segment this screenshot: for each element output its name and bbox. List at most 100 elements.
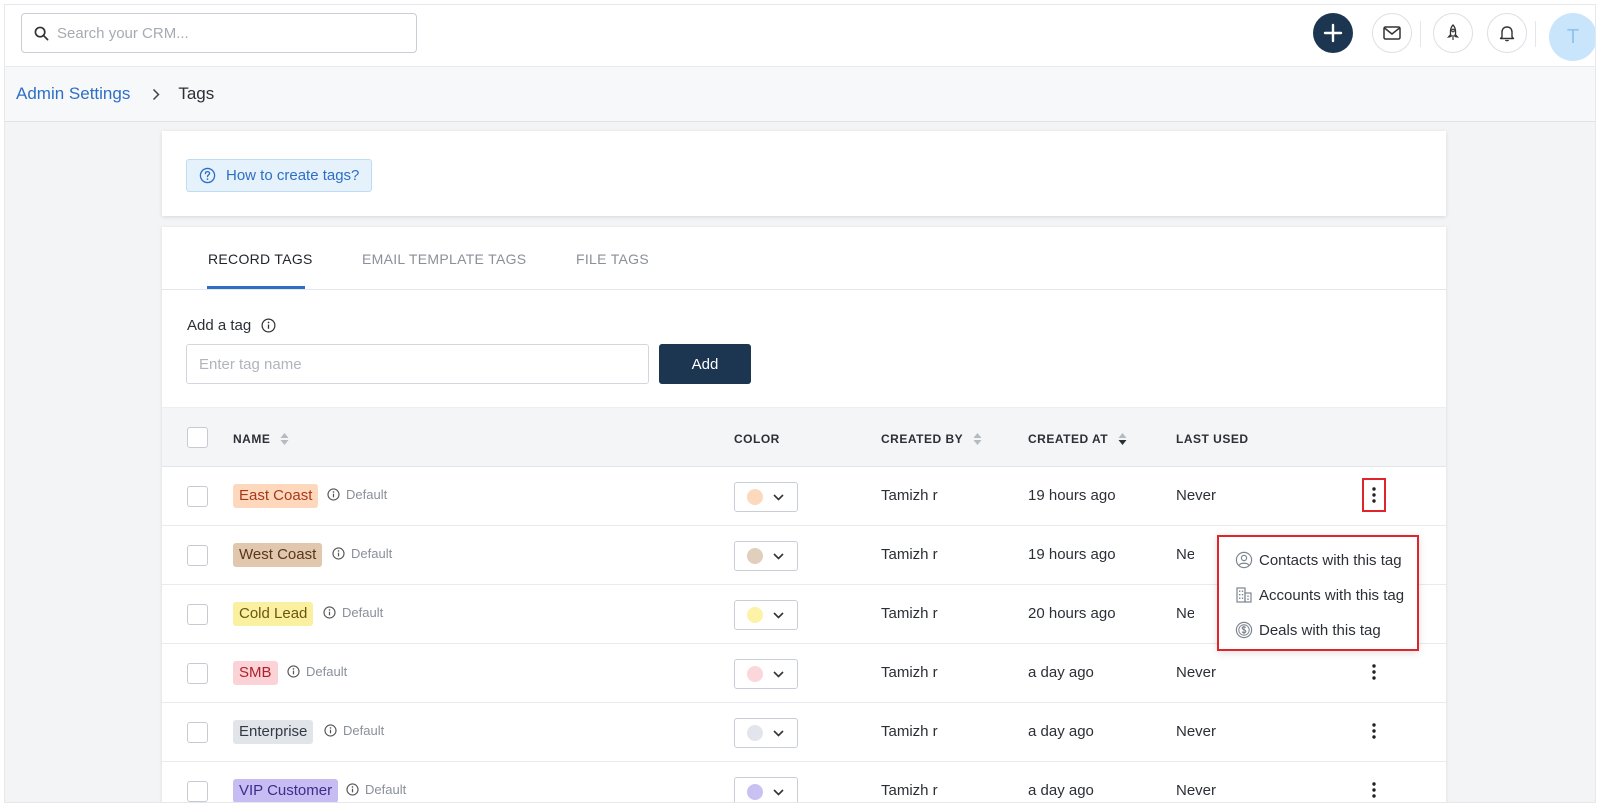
building-icon (1236, 587, 1252, 603)
color-picker-dropdown[interactable] (734, 600, 798, 630)
contact-icon (1235, 551, 1253, 569)
info-icon[interactable] (287, 665, 300, 678)
tag-chip[interactable]: SMB (233, 661, 278, 685)
user-avatar[interactable]: T (1549, 13, 1595, 61)
sort-icon[interactable] (973, 432, 982, 446)
default-badge-label: Default (343, 723, 385, 738)
info-icon[interactable] (327, 488, 340, 501)
getting-started-button[interactable] (1433, 13, 1473, 53)
created-at-cell: 20 hours ago (1028, 605, 1116, 622)
column-header-name-label: NAME (233, 432, 271, 446)
row-actions-button[interactable] (1362, 655, 1386, 689)
color-swatch (747, 548, 763, 564)
created-by-cell: Tamizh r (881, 664, 938, 681)
row-actions-button[interactable] (1362, 773, 1386, 802)
column-header-last-used-label: LAST USED (1176, 432, 1249, 446)
row-actions-button[interactable] (1362, 478, 1386, 512)
color-picker-dropdown[interactable] (734, 718, 798, 748)
rocket-icon (1446, 24, 1460, 40)
bell-icon (1499, 26, 1515, 42)
row-actions-button[interactable] (1362, 714, 1386, 748)
add-tag-button[interactable]: Add (659, 344, 751, 384)
tab-file-tags[interactable]: FILE TAGS (576, 251, 649, 267)
column-header-created-at[interactable]: CREATED AT (1028, 432, 1127, 446)
more-vertical-icon (1372, 723, 1376, 739)
table-row: Enterprise Default Tamizh r a day ago Never (162, 703, 1446, 762)
help-circle-icon (199, 167, 216, 184)
color-picker-dropdown[interactable] (734, 659, 798, 689)
color-picker-dropdown[interactable] (734, 482, 798, 512)
mail-button[interactable] (1372, 13, 1412, 53)
default-badge-label: Default (306, 664, 348, 679)
how-to-create-tags-link[interactable]: How to create tags? (186, 159, 373, 192)
tag-chip[interactable]: VIP Customer (233, 779, 339, 802)
created-by-cell: Tamizh r (881, 546, 938, 563)
page-title: Tags (178, 84, 215, 103)
more-vertical-icon (1372, 487, 1376, 503)
toolbar-divider (1420, 21, 1421, 47)
menu-item-accounts-with-tag[interactable]: Accounts with this tag (1235, 586, 1404, 604)
column-header-created-by[interactable]: CREATED BY (881, 432, 982, 446)
table-header: NAME COLOR CREATED BY CREATED AT LAST US… (162, 407, 1446, 467)
created-at-cell: 19 hours ago (1028, 546, 1116, 563)
sort-icon[interactable] (280, 432, 289, 446)
info-icon[interactable] (332, 547, 345, 560)
chevron-down-icon (773, 611, 784, 619)
row-checkbox[interactable] (187, 781, 208, 802)
more-vertical-icon (1372, 664, 1376, 680)
row-checkbox[interactable] (187, 604, 208, 625)
column-header-created-by-label: CREATED BY (881, 432, 964, 446)
info-icon[interactable] (346, 783, 359, 796)
search-box[interactable] (21, 13, 417, 53)
tag-chip[interactable]: East Coast (233, 484, 319, 508)
info-icon[interactable] (261, 318, 276, 333)
table-row: SMB Default Tamizh r a day ago Never (162, 644, 1446, 703)
tag-name-input[interactable] (186, 344, 649, 384)
plus-icon (1323, 23, 1343, 43)
select-all-checkbox[interactable] (187, 427, 208, 448)
row-actions-menu: Contacts with this tag Accounts with thi… (1217, 535, 1419, 651)
tag-chip[interactable]: West Coast (233, 543, 323, 567)
color-swatch (747, 489, 763, 505)
notifications-button[interactable] (1487, 13, 1527, 53)
tag-chip[interactable]: Enterprise (233, 720, 314, 744)
search-input[interactable] (57, 24, 387, 42)
tag-chip[interactable]: Cold Lead (233, 602, 314, 626)
default-badge-label: Default (351, 546, 393, 561)
column-header-color: COLOR (734, 432, 780, 446)
default-badge: Default (323, 605, 383, 620)
chevron-down-icon (773, 729, 784, 737)
color-picker-dropdown[interactable] (734, 541, 798, 571)
created-at-cell: 19 hours ago (1028, 487, 1116, 504)
toolbar-divider (1535, 21, 1536, 47)
color-picker-dropdown[interactable] (734, 777, 798, 802)
info-icon[interactable] (323, 606, 336, 619)
default-badge: Default (324, 723, 384, 738)
sort-descending-icon[interactable] (1118, 432, 1127, 446)
row-checkbox[interactable] (187, 486, 208, 507)
dollar-coin-icon (1235, 621, 1253, 639)
app-window: T Admin Settings Tags How to create tags… (4, 4, 1596, 803)
row-checkbox[interactable] (187, 663, 208, 684)
table-row: VIP Customer Default Tamizh r a day ago Neve… (162, 762, 1446, 802)
tab-email-template-tags[interactable]: EMAIL TEMPLATE TAGS (362, 251, 526, 267)
breadcrumb-admin-settings-link[interactable]: Admin Settings (16, 84, 130, 104)
last-used-cell: Never (1176, 487, 1217, 504)
last-used-cell: Ne (1176, 605, 1194, 622)
row-checkbox[interactable] (187, 722, 208, 743)
help-link-label: How to create tags? (226, 167, 360, 184)
table-row: East Coast Default Tamizh r 19 hours ago Nev… (162, 467, 1446, 526)
default-badge: Default (346, 782, 406, 797)
row-checkbox[interactable] (187, 545, 208, 566)
column-header-name[interactable]: NAME (233, 432, 289, 446)
create-button[interactable] (1313, 13, 1353, 53)
menu-item-deals-with-tag[interactable]: Deals with this tag (1235, 621, 1381, 639)
tab-record-tags[interactable]: RECORD TAGS (208, 251, 313, 267)
created-at-cell: a day ago (1028, 723, 1094, 740)
color-swatch (747, 725, 763, 741)
info-icon[interactable] (324, 724, 337, 737)
menu-item-contacts-with-tag[interactable]: Contacts with this tag (1235, 551, 1402, 569)
color-swatch (747, 784, 763, 800)
created-by-cell: Tamizh r (881, 723, 938, 740)
add-tag-label: Add a tag (187, 317, 276, 334)
